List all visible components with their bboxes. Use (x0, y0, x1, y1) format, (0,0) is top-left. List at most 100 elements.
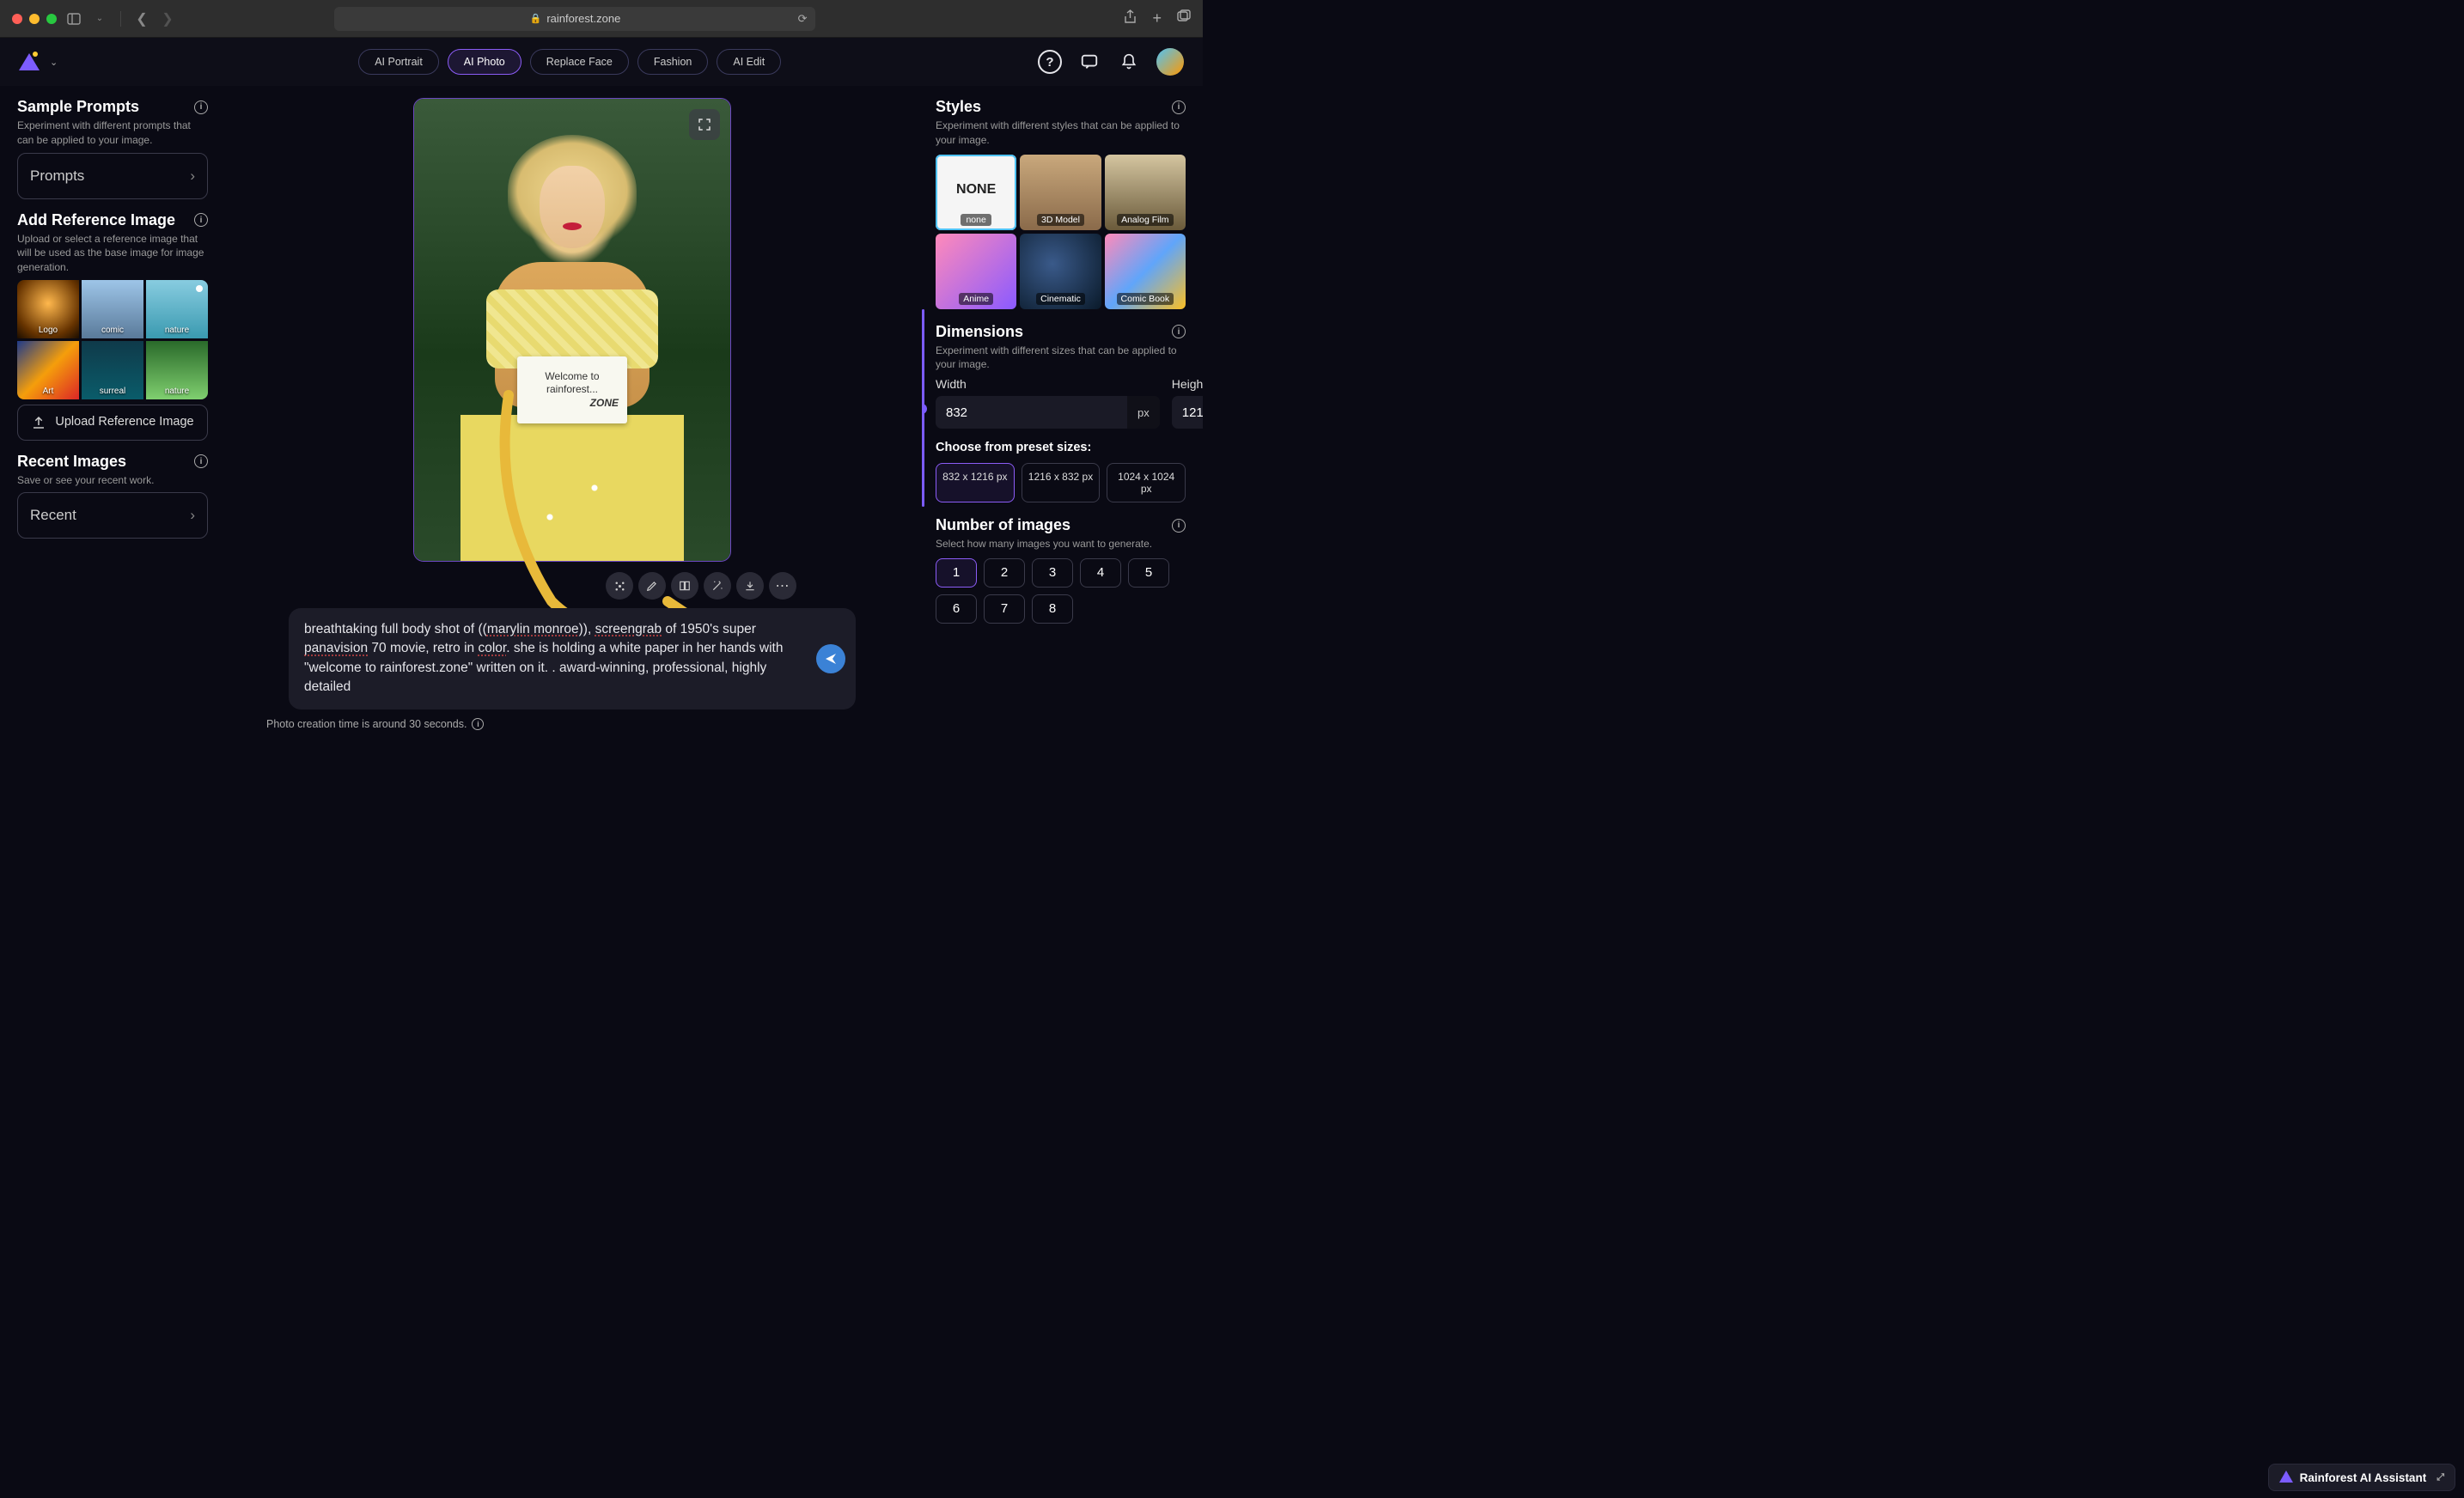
preset-title: Choose from preset sizes: (936, 441, 1186, 454)
chevron-right-icon: › (190, 167, 195, 185)
send-icon (824, 652, 838, 666)
upload-button-label: Upload Reference Image (55, 414, 193, 431)
num-8[interactable]: 8 (1032, 594, 1073, 624)
num-1[interactable]: 1 (936, 558, 977, 588)
num-2[interactable]: 2 (984, 558, 1025, 588)
info-icon[interactable]: i (1172, 519, 1186, 533)
style-3d-model[interactable]: 3D Model (1020, 155, 1101, 230)
sample-prompts-section: Sample Prompts i Experiment with differe… (17, 98, 208, 199)
minimize-window-button[interactable] (29, 14, 40, 24)
tile-label: Art (43, 387, 54, 396)
tile-label: comic (101, 326, 124, 335)
prompt-text: 70 movie, retro in (368, 641, 478, 655)
enhance-button[interactable] (606, 572, 633, 600)
tab-replace-face[interactable]: Replace Face (530, 49, 629, 75)
preset-1024x1024[interactable]: 1024 x 1024 px (1107, 463, 1186, 502)
unit-label: px (1127, 396, 1160, 429)
info-icon[interactable]: i (472, 718, 484, 730)
section-subtitle: Experiment with different sizes that can… (936, 344, 1186, 373)
help-icon[interactable]: ? (1038, 50, 1062, 74)
dimensions-section: Dimensions i Experiment with different s… (936, 323, 1186, 503)
num-3[interactable]: 3 (1032, 558, 1073, 588)
info-icon[interactable]: i (1172, 325, 1186, 338)
reference-tile-nature[interactable]: nature (146, 280, 208, 338)
reference-tile-art[interactable]: Art (17, 341, 79, 399)
num-7[interactable]: 7 (984, 594, 1025, 624)
tab-ai-portrait[interactable]: AI Portrait (358, 49, 439, 75)
height-input[interactable] (1172, 396, 1203, 429)
compare-button[interactable] (671, 572, 698, 600)
forward-button[interactable]: ❯ (159, 10, 176, 27)
style-anime[interactable]: Anime (936, 234, 1016, 309)
num-4[interactable]: 4 (1080, 558, 1121, 588)
preset-832x1216[interactable]: 832 x 1216 px (936, 463, 1015, 502)
panel-handle[interactable] (919, 404, 927, 414)
preset-row: 832 x 1216 px 1216 x 832 px 1024 x 1024 … (936, 463, 1186, 502)
prompts-button[interactable]: Prompts › (17, 153, 208, 199)
tabs-overview-icon[interactable] (1177, 9, 1191, 28)
style-cinematic[interactable]: Cinematic (1020, 234, 1101, 309)
recent-button[interactable]: Recent › (17, 492, 208, 539)
prompt-text: breathtaking full body shot of (( (304, 622, 487, 636)
prompt-input[interactable]: breathtaking full body shot of ((marylin… (289, 608, 856, 709)
download-button[interactable] (736, 572, 764, 600)
ai-assistant-pill[interactable]: Rainforest AI Assistant ⤢ (2268, 1464, 2455, 1491)
avatar[interactable] (1156, 48, 1184, 76)
expand-icon: ⤢ (2437, 1472, 2444, 1483)
tab-fashion[interactable]: Fashion (637, 49, 708, 75)
num-5[interactable]: 5 (1128, 558, 1169, 588)
info-icon[interactable]: i (194, 454, 208, 468)
info-icon[interactable]: i (194, 100, 208, 114)
assistant-logo-icon (2279, 1471, 2293, 1484)
center-canvas: Welcome to rainforest... ZONE ⋯ breathta… (225, 86, 919, 730)
section-subtitle: Upload or select a reference image that … (17, 232, 208, 275)
image-toolbar: ⋯ (606, 572, 796, 600)
chevron-right-icon: › (190, 507, 195, 524)
preset-1216x832[interactable]: 1216 x 832 px (1022, 463, 1101, 502)
reference-tile-logo[interactable]: Logo (17, 280, 79, 338)
fullscreen-icon (697, 117, 712, 132)
height-label: Height (1172, 377, 1203, 391)
image-skirt (460, 415, 684, 561)
reload-icon[interactable]: ⟳ (798, 12, 808, 26)
close-window-button[interactable] (12, 14, 22, 24)
upload-reference-button[interactable]: Upload Reference Image (17, 405, 208, 441)
reference-tile-comic[interactable]: comic (82, 280, 143, 338)
send-button[interactable] (816, 644, 845, 673)
tab-ai-edit[interactable]: AI Edit (717, 49, 781, 75)
separator (120, 11, 121, 27)
nav-tabs: AI Portrait AI Photo Replace Face Fashio… (358, 49, 781, 75)
section-title-num-images: Number of images (936, 516, 1070, 534)
info-icon[interactable]: i (1172, 100, 1186, 114)
magic-button[interactable] (704, 572, 731, 600)
info-icon[interactable]: i (194, 213, 208, 227)
width-input[interactable] (936, 396, 1127, 429)
prompt-text: marylin monroe (487, 622, 579, 636)
fullscreen-button[interactable] (689, 109, 720, 140)
back-button[interactable]: ❮ (133, 10, 150, 27)
bell-icon[interactable] (1117, 50, 1141, 74)
lock-icon: 🔒 (530, 13, 542, 24)
more-button[interactable]: ⋯ (769, 572, 796, 600)
reference-tile-nature2[interactable]: nature (146, 341, 208, 399)
sidebar-toggle-icon[interactable] (65, 13, 82, 25)
num-6[interactable]: 6 (936, 594, 977, 624)
style-comic-book[interactable]: Comic Book (1105, 234, 1186, 309)
edit-button[interactable] (638, 572, 666, 600)
reference-tile-surreal[interactable]: surreal (82, 341, 143, 399)
app-logo[interactable]: ⌄ (19, 52, 58, 72)
chevron-down-icon[interactable]: ⌄ (91, 14, 108, 23)
tab-ai-photo[interactable]: AI Photo (448, 49, 521, 75)
section-subtitle: Save or see your recent work. (17, 473, 208, 488)
style-none[interactable]: NONE none (936, 155, 1016, 230)
maximize-window-button[interactable] (46, 14, 57, 24)
prompt-text: of 1950's super (662, 622, 756, 636)
share-icon[interactable] (1124, 9, 1137, 28)
chrome-right-actions: + (1124, 9, 1191, 28)
style-label: Cinematic (1036, 293, 1085, 305)
chat-icon[interactable] (1077, 50, 1101, 74)
recent-images-section: Recent Images i Save or see your recent … (17, 453, 208, 539)
new-tab-icon[interactable]: + (1152, 9, 1162, 28)
url-bar[interactable]: 🔒 rainforest.zone ⟳ (334, 7, 815, 31)
style-analog-film[interactable]: Analog Film (1105, 155, 1186, 230)
